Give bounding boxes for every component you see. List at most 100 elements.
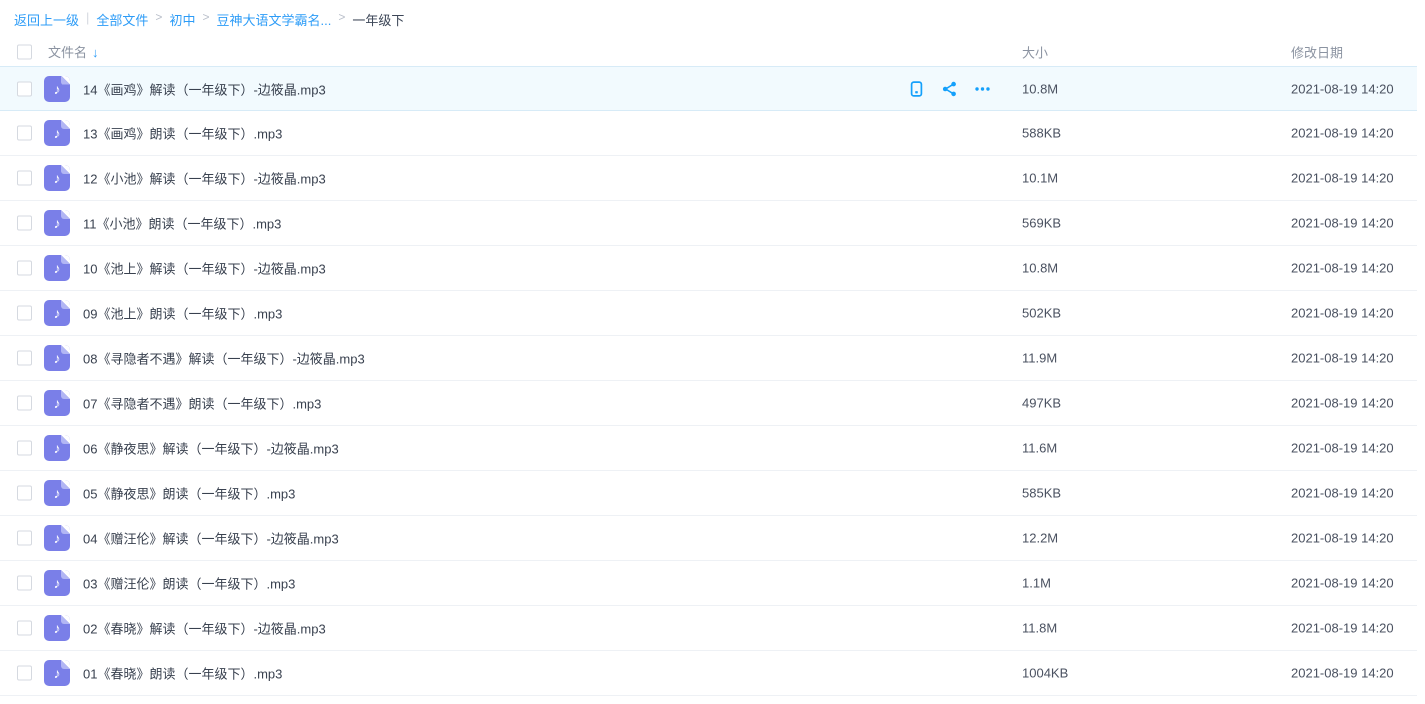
table-row[interactable]: ♪ 04《赠汪伦》解读（一年级下）-边筱晶.mp3 12.2M 2021-08-… — [0, 516, 1417, 561]
file-name[interactable]: 12《小池》解读（一年级下）-边筱晶.mp3 — [83, 169, 897, 188]
table-row[interactable]: ♪ 10《池上》解读（一年级下）-边筱晶.mp3 10.8M 2021-08-1… — [0, 246, 1417, 291]
music-note-glyph: ♪ — [44, 76, 70, 102]
row-checkbox[interactable] — [17, 486, 32, 501]
audio-file-icon: ♪ — [44, 660, 70, 686]
file-size: 1.1M — [1022, 576, 1051, 591]
audio-file-icon: ♪ — [44, 435, 70, 461]
row-checkbox[interactable] — [17, 126, 32, 141]
row-checkbox[interactable] — [17, 531, 32, 546]
row-checkbox[interactable] — [17, 81, 32, 96]
file-size: 12.2M — [1022, 531, 1058, 546]
file-date: 2021-08-19 14:20 — [1291, 126, 1394, 141]
more-icon — [974, 80, 991, 97]
file-date: 2021-08-19 14:20 — [1291, 576, 1394, 591]
table-row[interactable]: ♪ 03《赠汪伦》朗读（一年级下）.mp3 1.1M 2021-08-19 14… — [0, 561, 1417, 606]
row-checkbox[interactable] — [17, 621, 32, 636]
row-checkbox[interactable] — [17, 666, 32, 681]
file-size: 11.8M — [1022, 621, 1057, 636]
share-button[interactable] — [941, 80, 958, 97]
music-note-glyph: ♪ — [44, 570, 70, 596]
file-size: 10.8M — [1022, 261, 1058, 276]
music-note-glyph: ♪ — [44, 120, 70, 146]
file-date: 2021-08-19 14:20 — [1291, 486, 1394, 501]
file-date: 2021-08-19 14:20 — [1291, 621, 1394, 636]
file-name[interactable]: 11《小池》朗读（一年级下）.mp3 — [83, 214, 897, 233]
table-row[interactable]: ♪ 01《春晓》朗读（一年级下）.mp3 1004KB 2021-08-19 1… — [0, 651, 1417, 696]
music-note-glyph: ♪ — [44, 165, 70, 191]
file-name[interactable]: 09《池上》朗读（一年级下）.mp3 — [83, 304, 897, 323]
file-size: 10.1M — [1022, 171, 1058, 186]
row-checkbox[interactable] — [17, 306, 32, 321]
file-date: 2021-08-19 14:20 — [1291, 666, 1394, 681]
table-row[interactable]: ♪ 06《静夜思》解读（一年级下）-边筱晶.mp3 11.6M 2021-08-… — [0, 426, 1417, 471]
file-size: 585KB — [1022, 486, 1061, 501]
file-size: 1004KB — [1022, 666, 1068, 681]
select-all-checkbox[interactable] — [17, 44, 32, 59]
file-name[interactable]: 02《春晓》解读（一年级下）-边筱晶.mp3 — [83, 619, 897, 638]
audio-file-icon: ♪ — [44, 165, 70, 191]
music-note-glyph: ♪ — [44, 300, 70, 326]
file-date: 2021-08-19 14:20 — [1291, 441, 1394, 456]
file-name[interactable]: 10《池上》解读（一年级下）-边筱晶.mp3 — [83, 259, 897, 278]
row-checkbox[interactable] — [17, 441, 32, 456]
column-header-filename[interactable]: 文件名↓ — [48, 42, 99, 62]
row-checkbox[interactable] — [17, 216, 32, 231]
file-name[interactable]: 08《寻隐者不遇》解读（一年级下）-边筱晶.mp3 — [83, 349, 897, 368]
save-to-device-button[interactable] — [908, 80, 925, 97]
table-header: 文件名↓ 大小 修改日期 — [0, 36, 1425, 67]
table-row[interactable]: ♪ 08《寻隐者不遇》解读（一年级下）-边筱晶.mp3 11.9M 2021-0… — [0, 336, 1417, 381]
file-name[interactable]: 13《画鸡》朗读（一年级下）.mp3 — [83, 124, 897, 143]
music-note-glyph: ♪ — [44, 435, 70, 461]
file-size: 588KB — [1022, 126, 1061, 141]
breadcrumb-current: 一年级下 — [352, 10, 404, 29]
file-date: 2021-08-19 14:20 — [1291, 261, 1394, 276]
file-size: 569KB — [1022, 216, 1061, 231]
row-checkbox[interactable] — [17, 261, 32, 276]
music-note-glyph: ♪ — [44, 480, 70, 506]
file-name[interactable]: 07《寻隐者不遇》朗读（一年级下）.mp3 — [83, 394, 897, 413]
table-row[interactable]: ♪ 12《小池》解读（一年级下）-边筱晶.mp3 10.1M 2021-08-1… — [0, 156, 1417, 201]
row-checkbox[interactable] — [17, 351, 32, 366]
row-checkbox[interactable] — [17, 576, 32, 591]
music-note-glyph: ♪ — [44, 615, 70, 641]
audio-file-icon: ♪ — [44, 480, 70, 506]
file-date: 2021-08-19 14:20 — [1291, 396, 1394, 411]
file-size: 497KB — [1022, 396, 1061, 411]
audio-file-icon: ♪ — [44, 255, 70, 281]
table-row[interactable]: ♪ 05《静夜思》朗读（一年级下）.mp3 585KB 2021-08-19 1… — [0, 471, 1417, 516]
file-name[interactable]: 01《春晓》朗读（一年级下）.mp3 — [83, 664, 897, 683]
row-checkbox[interactable] — [17, 171, 32, 186]
file-date: 2021-08-19 14:20 — [1291, 306, 1394, 321]
table-row[interactable]: ♪ 02《春晓》解读（一年级下）-边筱晶.mp3 11.8M 2021-08-1… — [0, 606, 1417, 651]
file-name[interactable]: 14《画鸡》解读（一年级下）-边筱晶.mp3 — [83, 79, 897, 98]
table-row[interactable]: ♪ 11《小池》朗读（一年级下）.mp3 569KB 2021-08-19 14… — [0, 201, 1417, 246]
file-name[interactable]: 04《赠汪伦》解读（一年级下）-边筱晶.mp3 — [83, 529, 897, 548]
table-row[interactable]: ♪ 07《寻隐者不遇》朗读（一年级下）.mp3 497KB 2021-08-19… — [0, 381, 1417, 426]
sort-descending-icon[interactable]: ↓ — [92, 45, 99, 60]
file-date: 2021-08-19 14:20 — [1291, 81, 1394, 96]
more-actions-button[interactable] — [974, 80, 991, 97]
table-row[interactable]: ♪ 13《画鸡》朗读（一年级下）.mp3 588KB 2021-08-19 14… — [0, 111, 1417, 156]
audio-file-icon: ♪ — [44, 390, 70, 416]
file-name[interactable]: 05《静夜思》朗读（一年级下）.mp3 — [83, 484, 897, 503]
file-date: 2021-08-19 14:20 — [1291, 171, 1394, 186]
row-actions — [908, 80, 991, 97]
save-to-device-icon — [908, 80, 925, 97]
file-name[interactable]: 06《静夜思》解读（一年级下）-边筱晶.mp3 — [83, 439, 897, 458]
file-name[interactable]: 03《赠汪伦》朗读（一年级下）.mp3 — [83, 574, 897, 593]
file-date: 2021-08-19 14:20 — [1291, 216, 1394, 231]
row-checkbox[interactable] — [17, 396, 32, 411]
breadcrumb-separator: > — [202, 10, 209, 24]
file-list: ♪ 14《画鸡》解读（一年级下）-边筱晶.mp3 — [0, 66, 1417, 696]
audio-file-icon: ♪ — [44, 300, 70, 326]
breadcrumb-link-all-files[interactable]: 全部文件 — [96, 10, 148, 29]
breadcrumb-back-link[interactable]: 返回上一级 — [14, 10, 79, 29]
table-row[interactable]: ♪ 09《池上》朗读（一年级下）.mp3 502KB 2021-08-19 14… — [0, 291, 1417, 336]
audio-file-icon: ♪ — [44, 76, 70, 102]
breadcrumb-link-course[interactable]: 豆神大语文学霸名... — [216, 10, 331, 29]
share-icon — [941, 80, 958, 97]
music-note-glyph: ♪ — [44, 660, 70, 686]
music-note-glyph: ♪ — [44, 390, 70, 416]
table-row[interactable]: ♪ 14《画鸡》解读（一年级下）-边筱晶.mp3 — [0, 66, 1417, 111]
breadcrumb-link-junior[interactable]: 初中 — [169, 10, 195, 29]
